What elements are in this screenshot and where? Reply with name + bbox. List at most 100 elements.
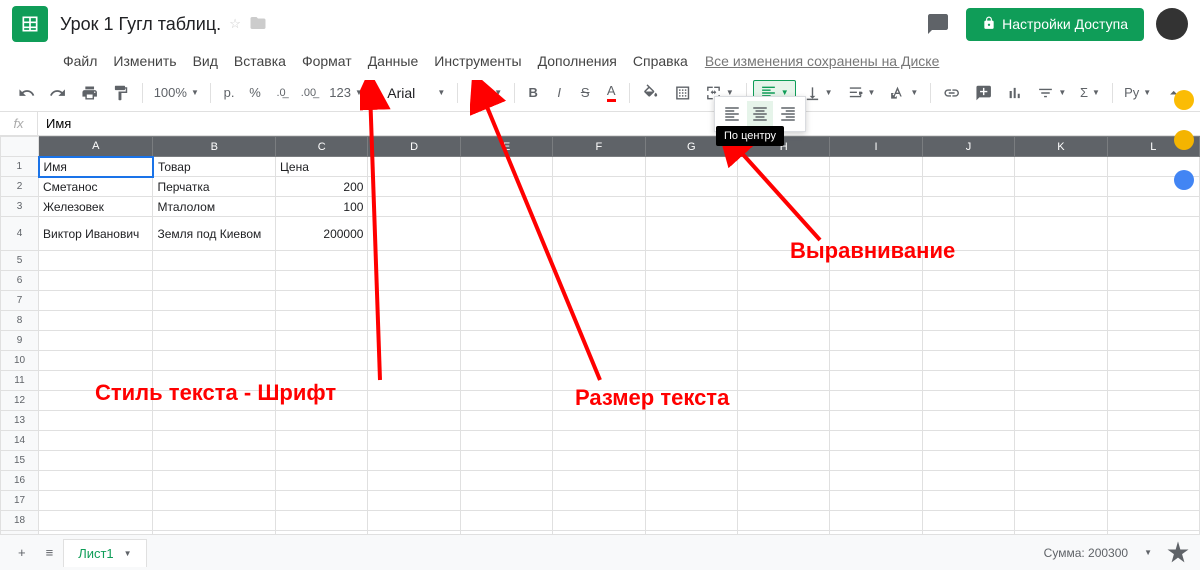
cell[interactable]: 100 (276, 197, 368, 217)
cell[interactable] (922, 251, 1014, 271)
currency-button[interactable]: р. (217, 80, 241, 106)
cell[interactable] (1015, 391, 1107, 411)
folder-icon[interactable] (249, 14, 267, 35)
menu-view[interactable]: Вид (186, 50, 225, 72)
cell[interactable] (830, 157, 922, 177)
menu-format[interactable]: Формат (295, 50, 359, 72)
cell[interactable] (368, 331, 460, 351)
cell[interactable] (830, 177, 922, 197)
align-center-option[interactable] (747, 101, 773, 127)
insert-link-button[interactable] (937, 80, 966, 106)
undo-button[interactable] (12, 80, 41, 106)
col-header[interactable]: I (830, 137, 922, 157)
cell[interactable] (738, 177, 830, 197)
cell[interactable] (645, 411, 737, 431)
cell[interactable] (368, 391, 460, 411)
cell[interactable] (39, 331, 153, 351)
menu-help[interactable]: Справка (626, 50, 695, 72)
cell[interactable]: 200000 (276, 217, 368, 251)
col-header[interactable]: F (553, 137, 645, 157)
side-calendar-icon[interactable] (1174, 90, 1194, 110)
cell[interactable] (553, 157, 645, 177)
cell[interactable] (1015, 217, 1107, 251)
side-tasks-icon[interactable] (1174, 170, 1194, 190)
decrease-decimal-button[interactable]: .0̲ (269, 80, 293, 106)
cell[interactable] (922, 411, 1014, 431)
cell[interactable] (39, 391, 153, 411)
cell[interactable] (39, 491, 153, 511)
cell[interactable] (39, 311, 153, 331)
cell[interactable] (1015, 371, 1107, 391)
cell[interactable] (553, 491, 645, 511)
cell[interactable] (738, 311, 830, 331)
cell[interactable] (1015, 251, 1107, 271)
cell[interactable] (1015, 311, 1107, 331)
share-button[interactable]: Настройки Доступа (966, 8, 1144, 41)
cell[interactable] (553, 471, 645, 491)
cell[interactable] (39, 511, 153, 531)
cell[interactable] (738, 451, 830, 471)
cell[interactable] (738, 271, 830, 291)
side-keep-icon[interactable] (1174, 130, 1194, 150)
cell[interactable] (368, 197, 460, 217)
cell[interactable] (1015, 331, 1107, 351)
col-header[interactable]: B (153, 137, 276, 157)
cell[interactable] (368, 411, 460, 431)
cell[interactable] (460, 491, 552, 511)
cell[interactable] (830, 217, 922, 251)
cell[interactable]: Сметанос (39, 177, 153, 197)
cell[interactable] (368, 451, 460, 471)
cell[interactable] (830, 491, 922, 511)
cell[interactable] (1107, 291, 1199, 311)
cell[interactable] (460, 431, 552, 451)
cell[interactable] (922, 291, 1014, 311)
cell[interactable] (645, 251, 737, 271)
cell[interactable] (460, 197, 552, 217)
cell[interactable] (1107, 197, 1199, 217)
cell[interactable] (645, 471, 737, 491)
cell[interactable] (460, 371, 552, 391)
cell[interactable] (460, 471, 552, 491)
cell[interactable] (153, 311, 276, 331)
cell[interactable] (922, 431, 1014, 451)
cell[interactable] (738, 491, 830, 511)
cell[interactable] (738, 371, 830, 391)
cell[interactable] (553, 311, 645, 331)
cell[interactable] (738, 331, 830, 351)
insert-comment-button[interactable] (969, 80, 998, 106)
avatar[interactable] (1156, 8, 1188, 40)
cell[interactable] (153, 291, 276, 311)
formula-input[interactable] (38, 116, 1200, 131)
cell[interactable] (39, 251, 153, 271)
add-sheet-button[interactable]: + (8, 539, 36, 566)
cell[interactable] (368, 471, 460, 491)
cell[interactable] (368, 311, 460, 331)
cell[interactable] (1107, 431, 1199, 451)
cell[interactable] (1107, 511, 1199, 531)
cell[interactable] (738, 291, 830, 311)
cell[interactable] (368, 217, 460, 251)
sheet-tab[interactable]: Лист1▼ (63, 539, 146, 567)
cell[interactable] (460, 451, 552, 471)
text-rotation-button[interactable]: ▼ (883, 80, 924, 106)
row-header[interactable]: 4 (1, 217, 39, 251)
cell[interactable] (368, 351, 460, 371)
cell[interactable] (153, 431, 276, 451)
row-header[interactable]: 9 (1, 331, 39, 351)
cell[interactable] (738, 411, 830, 431)
cell[interactable] (645, 217, 737, 251)
cell[interactable] (922, 511, 1014, 531)
row-header[interactable]: 7 (1, 291, 39, 311)
row-header[interactable]: 3 (1, 197, 39, 217)
cell[interactable] (830, 197, 922, 217)
redo-button[interactable] (43, 80, 72, 106)
comments-icon[interactable] (926, 12, 950, 36)
cell[interactable] (553, 371, 645, 391)
grid-container[interactable]: ABCDEFGHIJKL1ИмяТоварЦена2СметаносПерчат… (0, 136, 1200, 536)
cell[interactable] (922, 351, 1014, 371)
cell[interactable] (1107, 217, 1199, 251)
cell[interactable] (368, 431, 460, 451)
cell[interactable] (645, 431, 737, 451)
menu-insert[interactable]: Вставка (227, 50, 293, 72)
cell[interactable] (645, 331, 737, 351)
